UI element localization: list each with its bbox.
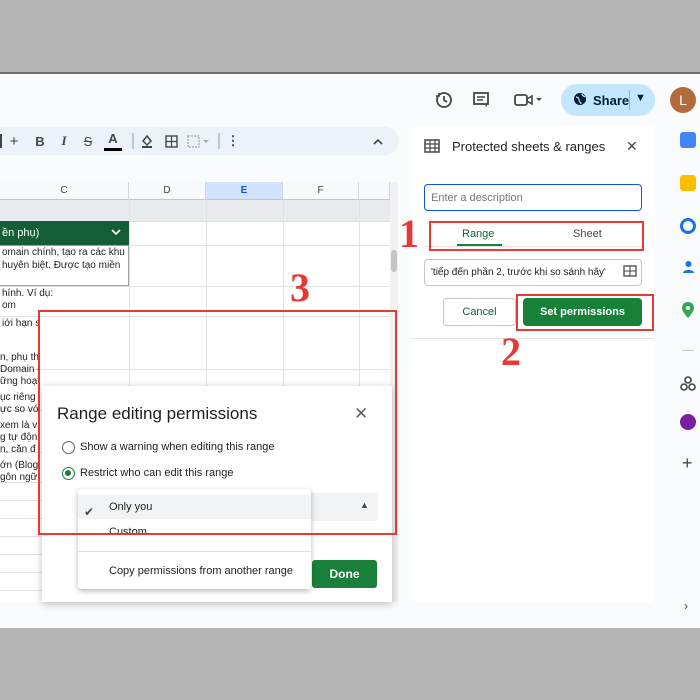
column-header-f[interactable]: F bbox=[283, 182, 359, 200]
cell[interactable]: g tự độn bbox=[0, 432, 40, 444]
cell[interactable]: Domain c bbox=[0, 364, 40, 376]
description-input[interactable] bbox=[424, 184, 642, 211]
select-range-icon[interactable] bbox=[620, 264, 637, 283]
share-divider bbox=[629, 90, 630, 110]
annotation-box-1 bbox=[429, 221, 644, 251]
cell[interactable]: hính. Ví dụ: bbox=[2, 288, 127, 300]
annotation-number-3: 3 bbox=[290, 265, 310, 310]
annotation-number-2: 2 bbox=[501, 329, 521, 374]
annotation-box-2 bbox=[516, 294, 654, 331]
fill-color-icon[interactable] bbox=[138, 127, 156, 155]
range-value: 'tiếp đến phần 2, trước khi so sánh hãy' bbox=[431, 267, 606, 278]
text-color-button[interactable]: A bbox=[104, 129, 122, 151]
toolbar-divider bbox=[132, 133, 134, 149]
scrollbar-thumb[interactable] bbox=[391, 250, 397, 272]
panel-title: Protected sheets & ranges bbox=[452, 139, 606, 154]
cell[interactable]: xem là v bbox=[0, 420, 40, 432]
collapse-toolbar-icon[interactable] bbox=[370, 127, 386, 155]
globe-icon bbox=[573, 92, 587, 109]
cell[interactable]: ục riêng bbox=[0, 392, 40, 404]
cell[interactable]: gôn ngữ bbox=[0, 472, 40, 484]
tasks-icon[interactable] bbox=[680, 218, 696, 234]
comment-icon[interactable] bbox=[469, 88, 493, 112]
share-label: Share bbox=[593, 92, 630, 108]
gridline bbox=[0, 286, 390, 287]
done-button[interactable]: Done bbox=[312, 560, 377, 588]
range-input[interactable]: 'tiếp đến phần 2, trước khi so sánh hãy' bbox=[424, 259, 642, 286]
column-header-e[interactable]: E bbox=[206, 182, 283, 200]
add-button[interactable]: + bbox=[6, 127, 22, 155]
history-icon[interactable] bbox=[432, 88, 456, 112]
formatting-toolbar: + B I S A ⋮ bbox=[0, 127, 399, 155]
table-icon bbox=[424, 139, 440, 158]
toolbar-divider bbox=[0, 134, 2, 148]
merge-cells-icon[interactable] bbox=[186, 127, 212, 155]
borders-icon[interactable] bbox=[162, 127, 180, 155]
cell[interactable]: iới hạn s bbox=[2, 318, 40, 330]
cancel-button[interactable]: Cancel bbox=[443, 298, 516, 326]
avatar[interactable]: L bbox=[670, 87, 696, 113]
expand-panel-icon[interactable]: › bbox=[684, 599, 688, 613]
cell[interactable]: omain chính, tạo ra các khu bbox=[2, 247, 127, 259]
menu-divider bbox=[78, 551, 311, 552]
cell[interactable]: n, phụ thu bbox=[0, 352, 40, 364]
gray-row bbox=[0, 200, 390, 221]
menu-item-copy-permissions[interactable]: Copy permissions from another range bbox=[78, 559, 311, 583]
cell[interactable]: n, căn đ bbox=[0, 444, 40, 456]
column-header-g[interactable] bbox=[359, 182, 390, 200]
strikethrough-button[interactable]: S bbox=[80, 127, 96, 155]
cell[interactable]: ớn (Blog bbox=[0, 460, 40, 472]
close-icon[interactable]: ✕ bbox=[626, 138, 638, 155]
keep-icon[interactable] bbox=[680, 175, 696, 191]
apps-script-icon[interactable] bbox=[680, 376, 696, 397]
more-options-icon[interactable]: ⋮ bbox=[226, 127, 240, 155]
toolbar-divider bbox=[218, 133, 220, 149]
rail-divider bbox=[682, 350, 694, 351]
cell[interactable]: ững hoạt bbox=[0, 376, 40, 388]
annotation-number-1: 1 bbox=[399, 211, 419, 256]
contacts-icon[interactable] bbox=[682, 260, 695, 279]
bottom-background bbox=[0, 628, 700, 700]
column-header-d[interactable]: D bbox=[129, 182, 206, 200]
top-background bbox=[0, 0, 700, 72]
cell[interactable]: ực so với bbox=[0, 404, 40, 416]
cell[interactable]: huyên biệt. Được tạo miền bbox=[2, 260, 127, 272]
header-cell-text: ền phụ) bbox=[2, 227, 40, 239]
menu-item-label: Copy permissions from another range bbox=[109, 565, 294, 577]
share-button[interactable]: Share ▼ bbox=[561, 84, 655, 116]
video-call-icon[interactable] bbox=[512, 88, 546, 112]
maps-icon[interactable] bbox=[682, 302, 694, 323]
header-cell[interactable]: ền phụ) bbox=[0, 221, 129, 245]
annotation-box-3 bbox=[38, 310, 397, 535]
add-addon-icon[interactable]: + bbox=[682, 454, 693, 472]
panel-divider bbox=[412, 338, 654, 339]
bold-button[interactable]: B bbox=[32, 127, 48, 155]
italic-button[interactable]: I bbox=[56, 127, 72, 155]
column-header-c[interactable]: C bbox=[0, 182, 129, 200]
protected-ranges-panel: Protected sheets & ranges ✕ Range Sheet … bbox=[412, 126, 654, 602]
gemini-icon[interactable] bbox=[680, 414, 696, 430]
sheet-footer bbox=[0, 602, 412, 628]
chevron-down-icon[interactable] bbox=[111, 227, 121, 239]
share-dropdown-icon[interactable]: ▼ bbox=[635, 92, 646, 104]
calendar-icon[interactable] bbox=[680, 132, 696, 148]
app-screen: Share ▼ L + B I S A ⋮ C D E F ền phụ) om… bbox=[0, 72, 700, 628]
